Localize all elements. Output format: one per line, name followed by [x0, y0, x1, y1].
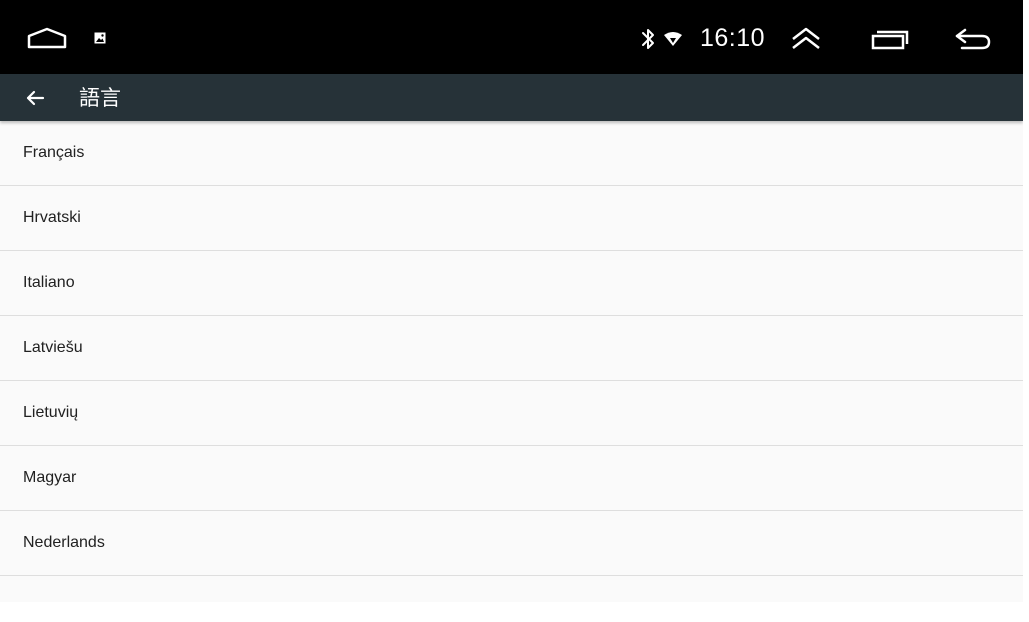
list-item[interactable]: Lietuvių — [0, 381, 1023, 446]
arrow-left-icon[interactable] — [23, 86, 47, 110]
recent-apps-icon[interactable] — [870, 26, 910, 52]
expand-up-icon[interactable] — [788, 24, 824, 52]
bluetooth-icon — [638, 26, 658, 52]
list-item[interactable]: Hrvatski — [0, 186, 1023, 251]
list-item[interactable]: Italiano — [0, 251, 1023, 316]
language-label: Lietuvių — [23, 404, 79, 421]
list-item[interactable]: Nederlands — [0, 511, 1023, 576]
back-nav-icon[interactable] — [953, 24, 993, 54]
image-notification-icon — [93, 31, 107, 45]
language-label: Nederlands — [23, 534, 105, 551]
list-item[interactable]: Français — [0, 121, 1023, 186]
app-bar: 語言 — [0, 74, 1023, 121]
language-list: Français Hrvatski Italiano Latviešu Liet… — [0, 121, 1023, 600]
language-label: Latviešu — [23, 339, 83, 356]
language-label: Français — [23, 144, 85, 161]
list-item[interactable]: Magyar — [0, 446, 1023, 511]
list-item[interactable]: Latviešu — [0, 316, 1023, 381]
status-bar: 16:10 — [0, 0, 1023, 74]
wifi-icon — [662, 30, 684, 48]
list-item-partial[interactable] — [0, 576, 1023, 600]
language-label: Magyar — [23, 469, 77, 486]
language-label: Hrvatski — [23, 209, 81, 226]
home-icon[interactable] — [24, 24, 70, 52]
status-time: 16:10 — [700, 24, 766, 52]
language-label: Italiano — [23, 274, 75, 291]
page-title: 語言 — [79, 86, 121, 110]
screen: 16:10 語言 Français Hrvatski Italiano Latv… — [0, 0, 1023, 602]
